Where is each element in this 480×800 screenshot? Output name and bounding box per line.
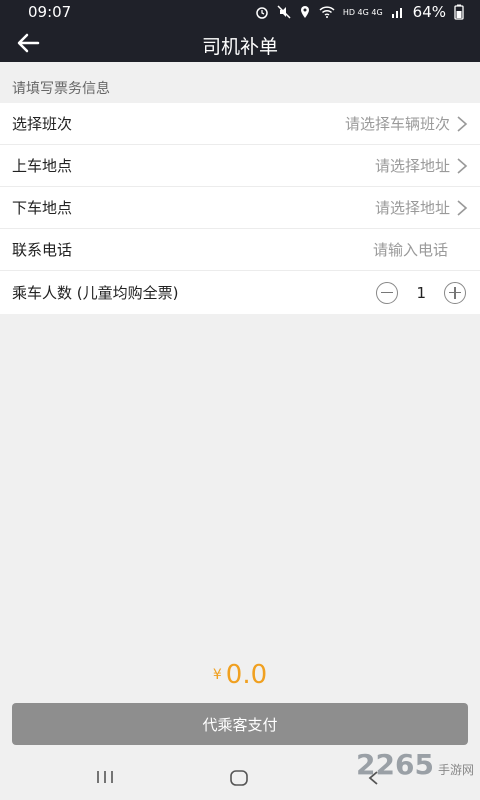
- phone-input[interactable]: 请输入电话: [373, 239, 448, 260]
- ticket-form: 选择班次 请选择车辆班次 上车地点 请选择地址 下车地点 请选择地址 联系电话 …: [0, 103, 480, 314]
- network-label: HD 4G 4G: [342, 7, 383, 17]
- recents-icon[interactable]: [96, 770, 114, 784]
- chevron-right-icon: [457, 157, 468, 174]
- alarm-icon: [256, 7, 268, 19]
- battery-icon: [454, 4, 464, 20]
- location-icon: [300, 6, 309, 18]
- row-label: 上车地点: [12, 157, 73, 175]
- chevron-right-icon: [457, 199, 468, 216]
- top-bar: 司机补单: [0, 24, 480, 62]
- decrement-button[interactable]: [376, 281, 399, 304]
- wifi-icon: [319, 6, 335, 18]
- total-price: ¥0.0: [0, 660, 480, 690]
- quantity-stepper: 1: [376, 281, 466, 304]
- chevron-right-icon: [457, 115, 468, 132]
- status-bar: 09:07 HD 4G 4G 64%: [0, 0, 480, 24]
- passenger-count-row: 乘车人数 (儿童均购全票) 1: [0, 271, 480, 314]
- mute-icon: [277, 5, 291, 19]
- phone-row: 联系电话 请输入电话: [0, 229, 480, 271]
- status-time: 09:07: [28, 3, 72, 21]
- pay-for-passenger-button[interactable]: 代乘客支付: [12, 703, 468, 745]
- increment-button[interactable]: [444, 281, 466, 304]
- page-title: 司机补单: [201, 36, 278, 58]
- home-icon[interactable]: [230, 770, 248, 786]
- signal-icon: [391, 8, 402, 18]
- section-label: 请填写票务信息: [12, 81, 110, 97]
- watermark-sub: 手游网: [437, 763, 474, 777]
- row-value: 请选择地址: [374, 157, 450, 175]
- status-icons: HD 4G 4G 64%: [255, 3, 464, 21]
- watermark-logo: 2265 手游网: [356, 748, 474, 781]
- price-amount: 0.0: [225, 660, 268, 690]
- select-schedule-row[interactable]: 选择班次 请选择车辆班次: [0, 103, 480, 145]
- row-label: 联系电话: [12, 241, 73, 259]
- dropoff-location-row[interactable]: 下车地点 请选择地址: [0, 187, 480, 229]
- row-label: 乘车人数 (儿童均购全票): [12, 284, 179, 302]
- watermark-main: 2265: [356, 748, 434, 781]
- row-label: 下车地点: [12, 199, 73, 217]
- row-label: 选择班次: [12, 115, 73, 133]
- row-value: 请选择车辆班次: [344, 115, 450, 133]
- row-value: 请选择地址: [374, 199, 450, 217]
- battery-percent: 64%: [412, 3, 446, 21]
- quantity-value: 1: [416, 283, 426, 302]
- currency-symbol: ¥: [212, 667, 222, 683]
- pickup-location-row[interactable]: 上车地点 请选择地址: [0, 145, 480, 187]
